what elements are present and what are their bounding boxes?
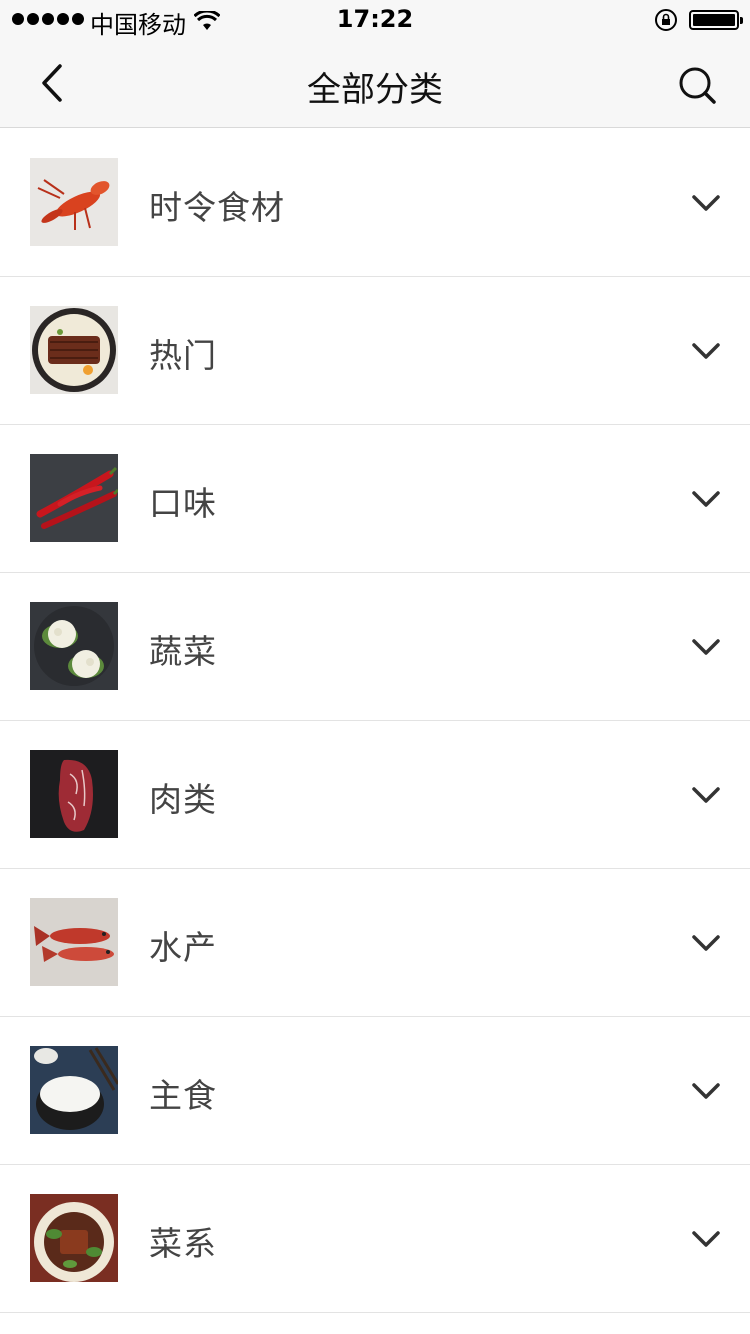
search-button[interactable] bbox=[672, 60, 722, 110]
category-label: 肉类 bbox=[149, 780, 217, 819]
navigation-bar: 全部分类 bbox=[0, 40, 750, 128]
category-label: 热门 bbox=[149, 336, 217, 375]
status-time: 17:22 bbox=[336, 5, 414, 33]
page-title: 全部分类 bbox=[307, 70, 443, 110]
category-label: 菜系 bbox=[149, 1224, 217, 1263]
category-label: 水产 bbox=[149, 928, 217, 967]
status-bar: 中国移动 17:22 bbox=[0, 0, 750, 40]
steak-image bbox=[30, 750, 118, 838]
chevron-down-icon bbox=[692, 343, 720, 359]
chevron-down-icon bbox=[692, 195, 720, 211]
category-list: 时令食材 热门 口味 蔬菜 肉类 水产 主食 菜系 bbox=[0, 129, 750, 1313]
category-label: 口味 bbox=[149, 484, 217, 523]
category-row-popular[interactable]: 热门 bbox=[0, 277, 750, 425]
category-label: 主食 bbox=[149, 1076, 217, 1115]
category-label: 时令食材 bbox=[149, 188, 285, 227]
braised-pork-dish-image bbox=[30, 1194, 118, 1282]
chevron-down-icon bbox=[692, 1083, 720, 1099]
red-fish-image bbox=[30, 898, 118, 986]
battery-icon bbox=[689, 10, 743, 30]
chevron-down-icon bbox=[692, 935, 720, 951]
rice-bowl-image bbox=[30, 1046, 118, 1134]
category-row-staple[interactable]: 主食 bbox=[0, 1017, 750, 1165]
category-label: 蔬菜 bbox=[149, 632, 217, 671]
category-row-cuisine[interactable]: 菜系 bbox=[0, 1165, 750, 1313]
chevron-down-icon bbox=[692, 639, 720, 655]
chevron-down-icon bbox=[692, 491, 720, 507]
chevron-down-icon bbox=[692, 1231, 720, 1247]
category-row-seafood[interactable]: 水产 bbox=[0, 869, 750, 1017]
category-row-seasonal[interactable]: 时令食材 bbox=[0, 129, 750, 277]
search-icon bbox=[679, 67, 716, 104]
eel-rice-bowl-image bbox=[30, 306, 118, 394]
chevron-down-icon bbox=[692, 787, 720, 803]
category-row-vegetables[interactable]: 蔬菜 bbox=[0, 573, 750, 721]
cauliflower-image bbox=[30, 602, 118, 690]
red-chili-image bbox=[30, 454, 118, 542]
category-row-flavor[interactable]: 口味 bbox=[0, 425, 750, 573]
category-row-meat[interactable]: 肉类 bbox=[0, 721, 750, 869]
crayfish-image bbox=[30, 158, 118, 246]
orientation-lock-icon bbox=[654, 8, 678, 38]
